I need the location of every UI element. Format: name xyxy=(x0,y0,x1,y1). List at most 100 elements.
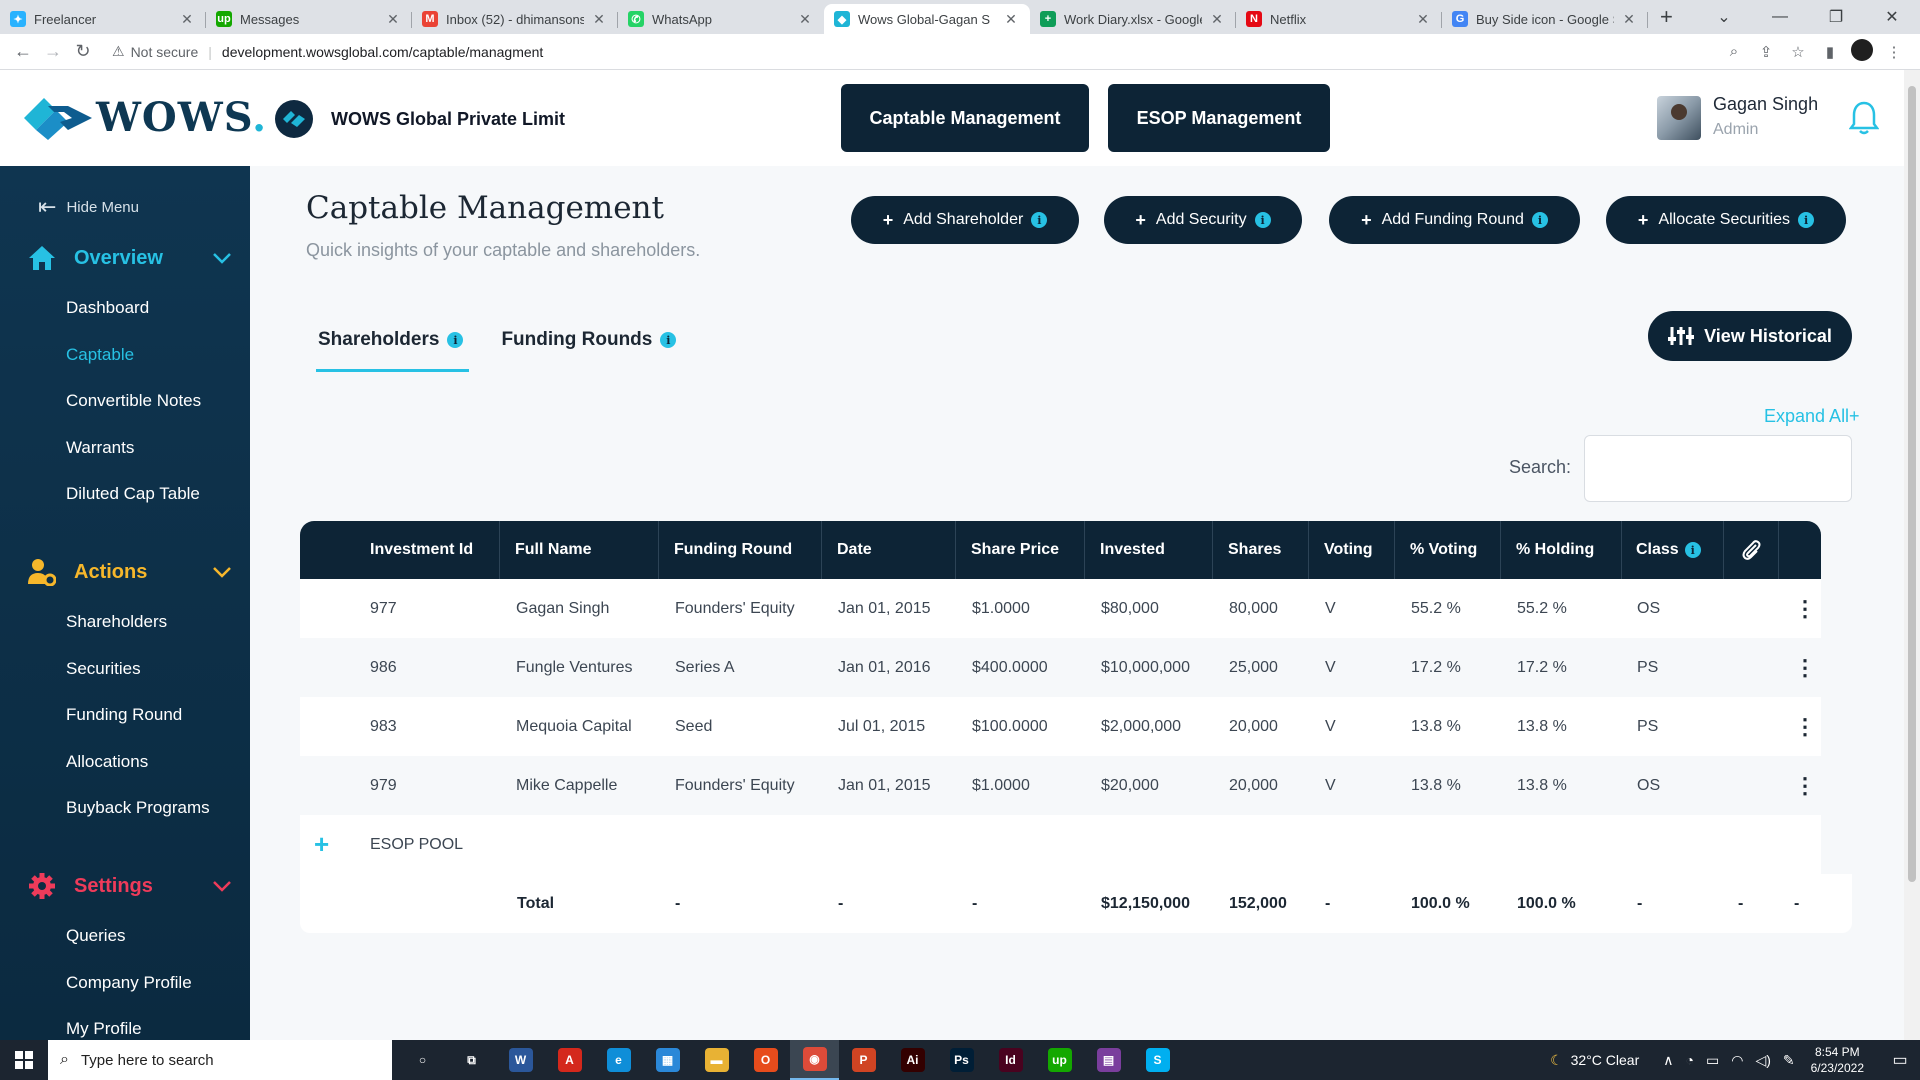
search-input[interactable] xyxy=(1584,435,1852,502)
windows-start-icon[interactable] xyxy=(0,1040,48,1080)
upwork-app-icon[interactable]: up xyxy=(1035,1040,1084,1080)
illustrator-icon[interactable]: Ai xyxy=(888,1040,937,1080)
sidebar-item-dashboard[interactable]: Dashboard xyxy=(66,298,149,318)
photoshop-icon[interactable]: Ps xyxy=(937,1040,986,1080)
url-text[interactable]: development.wowsglobal.com/captable/mana… xyxy=(222,44,543,60)
page-scrollbar[interactable] xyxy=(1904,70,1920,1040)
avatar[interactable] xyxy=(1657,96,1701,140)
captable-management-button[interactable]: Captable Management xyxy=(841,84,1089,152)
browser-tab[interactable]: ◆ Wows Global-Gagan S ✕ xyxy=(824,4,1030,34)
minimize-icon[interactable]: — xyxy=(1752,8,1808,26)
window-close-icon[interactable]: ✕ xyxy=(1864,7,1920,27)
notification-center-icon[interactable]: ▭ xyxy=(1880,1050,1920,1070)
sidebar-item-buyback-programs[interactable]: Buyback Programs xyxy=(66,798,210,818)
browser-tab[interactable]: G Buy Side icon - Google Sea ✕ xyxy=(1442,4,1648,34)
browser-menu-icon[interactable]: ⋮ xyxy=(1878,43,1910,61)
column-header-percent-voting[interactable]: % Voting xyxy=(1395,521,1501,579)
table-row[interactable]: 986 Fungle Ventures Series A Jan 01, 201… xyxy=(300,638,1821,697)
sidebar-item-queries[interactable]: Queries xyxy=(66,926,126,946)
column-header-share-price[interactable]: Share Price xyxy=(956,521,1085,579)
esop-management-button[interactable]: ESOP Management xyxy=(1108,84,1330,152)
tab-close-icon[interactable]: ✕ xyxy=(178,11,196,28)
row-menu-icon[interactable]: ⋮ xyxy=(1794,756,1816,815)
back-icon[interactable]: ← xyxy=(8,41,38,62)
info-icon[interactable]: i xyxy=(660,332,677,348)
tab-funding-rounds[interactable]: Funding Rounds i xyxy=(501,320,677,360)
column-header-shares[interactable]: Shares xyxy=(1213,521,1309,579)
bookmark-star-icon[interactable]: ☆ xyxy=(1782,43,1814,61)
attachment-column-header[interactable] xyxy=(1724,521,1779,579)
sidebar-item-captable[interactable]: Captable xyxy=(66,345,134,365)
info-icon[interactable]: i xyxy=(1684,542,1701,558)
cell-full-name[interactable]: Gagan Singh xyxy=(516,579,609,638)
column-header-date[interactable]: Date xyxy=(822,521,956,579)
warning-icon[interactable]: ⚠ xyxy=(112,43,125,60)
sidebar-item-diluted-cap-table[interactable]: Diluted Cap Table xyxy=(66,484,200,504)
wifi-icon[interactable]: ◠ xyxy=(1731,1052,1743,1069)
add-shareholder-button[interactable]: + Add Shareholder i xyxy=(851,196,1079,244)
company-switcher[interactable]: WOWS Global Private Limit xyxy=(275,100,565,138)
forward-icon[interactable]: → xyxy=(38,41,68,62)
cortana-icon[interactable]: ○ xyxy=(398,1040,447,1080)
pen-icon[interactable]: ✎ xyxy=(1783,1052,1795,1069)
view-historical-button[interactable]: View Historical xyxy=(1648,311,1852,361)
reload-icon[interactable]: ↻ xyxy=(68,41,98,62)
hide-menu-button[interactable]: ⇤ Hide Menu xyxy=(38,194,139,220)
browser-tab[interactable]: + Work Diary.xlsx - Google S ✕ xyxy=(1030,4,1236,34)
table-row[interactable]: 977 Gagan Singh Founders' Equity Jan 01,… xyxy=(300,579,1821,638)
url-field[interactable]: ⚠ Not secure | development.wowsglobal.co… xyxy=(106,38,1718,66)
expand-plus-icon[interactable]: + xyxy=(314,815,329,874)
clock[interactable]: 8:54 PM 6/23/2022 xyxy=(1811,1044,1864,1076)
add-security-button[interactable]: + Add Security i xyxy=(1104,196,1302,244)
cell-full-name[interactable]: Fungle Ventures xyxy=(516,638,633,697)
store-icon[interactable]: ▦ xyxy=(643,1040,692,1080)
tab-close-icon[interactable]: ✕ xyxy=(590,11,608,28)
tab-close-icon[interactable]: ✕ xyxy=(1002,11,1020,28)
tray-chevron-icon[interactable]: ∧ xyxy=(1663,1052,1673,1069)
table-row[interactable]: 983 Mequoia Capital Seed Jul 01, 2015 $1… xyxy=(300,697,1821,756)
row-menu-icon[interactable]: ⋮ xyxy=(1794,697,1816,756)
restore-icon[interactable]: ❐ xyxy=(1808,7,1864,27)
notification-bell-icon[interactable] xyxy=(1848,100,1880,141)
expand-all-link[interactable]: Expand All+ xyxy=(1764,406,1860,427)
acrobat-icon[interactable]: A xyxy=(545,1040,594,1080)
side-panel-icon[interactable]: ▮ xyxy=(1814,43,1846,61)
info-icon[interactable]: i xyxy=(1254,212,1271,228)
column-header-voting[interactable]: Voting xyxy=(1309,521,1395,579)
sidebar-item-company-profile[interactable]: Company Profile xyxy=(66,973,192,993)
taskbar-search-input[interactable]: ⌕ Type here to search xyxy=(48,1040,392,1080)
sidebar-item-securities[interactable]: Securities xyxy=(66,659,141,679)
sidebar-item-warrants[interactable]: Warrants xyxy=(66,438,134,458)
scrollbar-thumb[interactable] xyxy=(1908,86,1916,882)
sidebar-item-convertible-notes[interactable]: Convertible Notes xyxy=(66,391,201,411)
browser-tab[interactable]: ✦ Freelancer ✕ xyxy=(0,4,206,34)
task-view-icon[interactable]: ⧉ xyxy=(447,1040,496,1080)
column-header-full-name[interactable]: Full Name xyxy=(500,521,659,579)
info-icon[interactable]: i xyxy=(1031,212,1048,228)
edge-icon[interactable]: e xyxy=(594,1040,643,1080)
tab-close-icon[interactable]: ✕ xyxy=(1208,11,1226,28)
tab-close-icon[interactable]: ✕ xyxy=(1620,11,1638,28)
info-icon[interactable]: i xyxy=(1798,212,1815,228)
allocate-securities-button[interactable]: + Allocate Securities i xyxy=(1606,196,1846,244)
sidebar-section-overview[interactable]: Overview xyxy=(28,244,232,272)
volume-icon[interactable]: ◁) xyxy=(1755,1052,1770,1069)
esop-pool-row[interactable]: + ESOP POOL xyxy=(300,815,1821,874)
user-menu[interactable]: Gagan Singh Admin xyxy=(1657,94,1818,140)
wows-logo[interactable]: WOWS. xyxy=(24,94,267,141)
row-menu-icon[interactable]: ⋮ xyxy=(1794,579,1816,638)
column-header-percent-holding[interactable]: % Holding xyxy=(1501,521,1622,579)
table-row[interactable]: 979 Mike Cappelle Founders' Equity Jan 0… xyxy=(300,756,1821,815)
sidebar-section-actions[interactable]: Actions xyxy=(28,558,232,586)
browser-tab[interactable]: up Messages ✕ xyxy=(206,4,412,34)
security-status[interactable]: Not secure xyxy=(131,44,199,60)
cell-full-name[interactable]: Mequoia Capital xyxy=(516,697,632,756)
tab-close-icon[interactable]: ✕ xyxy=(1414,11,1432,28)
browser-tab[interactable]: ✆ WhatsApp ✕ xyxy=(618,4,824,34)
sidebar-section-settings[interactable]: Settings xyxy=(28,872,232,900)
winrar-icon[interactable]: ▤ xyxy=(1084,1040,1133,1080)
browser-tab[interactable]: M Inbox (52) - dhimansons@ ✕ xyxy=(412,4,618,34)
cell-full-name[interactable]: Mike Cappelle xyxy=(516,756,617,815)
office-icon[interactable]: O xyxy=(741,1040,790,1080)
row-menu-icon[interactable]: ⋮ xyxy=(1794,638,1816,697)
